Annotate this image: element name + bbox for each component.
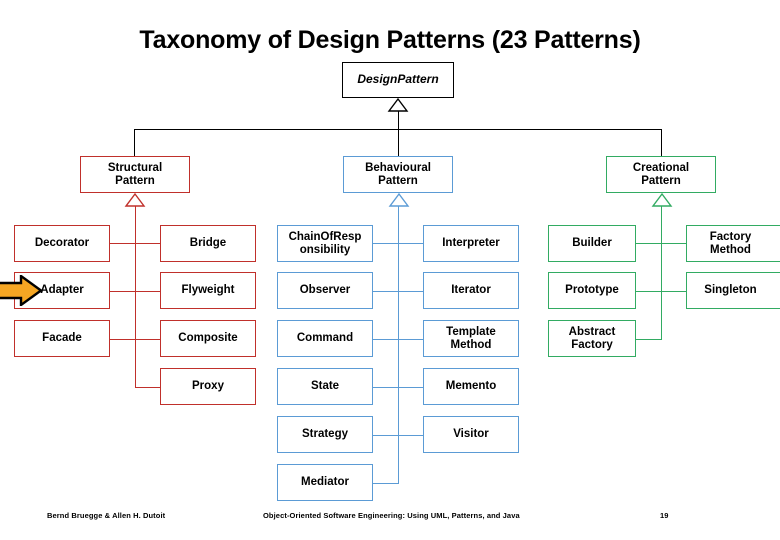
node-label: Adapter <box>40 284 84 297</box>
node-label: Flyweight <box>181 284 235 297</box>
connector-bus-to-behavioural <box>398 129 399 156</box>
node-label-line1: ChainOfResp <box>288 230 362 243</box>
node-structural-pattern[interactable]: Structural Pattern <box>80 156 190 193</box>
node-label: Composite <box>178 332 238 345</box>
node-flyweight[interactable]: Flyweight <box>160 272 256 309</box>
node-label: Command <box>296 332 354 345</box>
connector-structural-row-3 <box>110 339 160 340</box>
node-iterator[interactable]: Iterator <box>423 272 519 309</box>
node-label: Proxy <box>192 380 224 393</box>
node-command[interactable]: Command <box>277 320 373 357</box>
node-label-line1: Structural <box>107 161 163 174</box>
node-label-line2: onsibility <box>299 243 351 256</box>
footer-page-number: 19 <box>660 511 669 520</box>
node-factory-method[interactable]: Factory Method <box>686 225 780 262</box>
node-label: Memento <box>445 380 497 393</box>
node-label: Behavioural Pattern <box>365 162 431 188</box>
node-label: Facade <box>42 332 82 345</box>
connector-bus-to-structural <box>134 129 135 156</box>
node-template-method[interactable]: Template Method <box>423 320 519 357</box>
connector-behavioural-row-5 <box>373 435 423 436</box>
node-label: Creational Pattern <box>633 162 689 188</box>
node-label: ChainOfResp onsibility <box>289 231 362 257</box>
connector-behavioural-row-3 <box>373 339 423 340</box>
node-behavioural-pattern[interactable]: Behavioural Pattern <box>343 156 453 193</box>
connector-behavioural-row-6 <box>373 483 398 484</box>
connector-behavioural-row-2 <box>373 291 423 292</box>
connector-root-stem <box>398 111 399 129</box>
node-design-pattern[interactable]: DesignPattern <box>342 62 454 98</box>
node-bridge[interactable]: Bridge <box>160 225 256 262</box>
footer-book-title: Object-Oriented Software Engineering: Us… <box>263 511 520 520</box>
node-proxy[interactable]: Proxy <box>160 368 256 405</box>
right-arrow-icon <box>0 273 44 311</box>
page-title: Taxonomy of Design Patterns (23 Patterns… <box>139 26 641 54</box>
footer-author: Bernd Bruegge & Allen H. Dutoit <box>47 511 166 520</box>
node-label: Prototype <box>565 284 619 297</box>
node-label: State <box>310 380 340 393</box>
node-label: DesignPattern <box>357 72 439 87</box>
node-label: Observer <box>299 284 351 297</box>
node-label: Singleton <box>704 284 757 297</box>
node-label-line2: Pattern <box>641 174 681 187</box>
connector-bus-to-creational <box>661 129 662 156</box>
node-label-line2: Method <box>450 338 492 351</box>
node-observer[interactable]: Observer <box>277 272 373 309</box>
node-label: Abstract Factory <box>569 326 616 352</box>
node-label-line1: Factory <box>709 230 752 243</box>
node-label: Structural Pattern <box>108 162 162 188</box>
node-mediator[interactable]: Mediator <box>277 464 373 501</box>
node-label-line2: Pattern <box>378 174 418 187</box>
node-label-line2: Method <box>710 243 751 256</box>
slide-canvas: Taxonomy of Design Patterns (23 Patterns… <box>0 0 780 540</box>
connector-structural-spine <box>135 206 136 388</box>
node-composite[interactable]: Composite <box>160 320 256 357</box>
node-label: Factory Method <box>710 231 752 257</box>
node-label-line1: Abstract <box>568 325 616 338</box>
connector-creational-row-1 <box>636 243 686 244</box>
node-chain-of-responsibility[interactable]: ChainOfResp onsibility <box>277 225 373 262</box>
node-label: Template Method <box>446 326 496 352</box>
node-state[interactable]: State <box>277 368 373 405</box>
node-label: Decorator <box>34 237 90 250</box>
node-label-line1: Creational <box>632 161 690 174</box>
node-label: Iterator <box>451 284 491 297</box>
node-label-line2: Pattern <box>115 174 155 187</box>
node-label: Bridge <box>189 237 227 250</box>
node-label: Strategy <box>301 428 349 441</box>
node-memento[interactable]: Memento <box>423 368 519 405</box>
node-creational-pattern[interactable]: Creational Pattern <box>606 156 716 193</box>
node-abstract-factory[interactable]: Abstract Factory <box>548 320 636 357</box>
node-label-line2: Factory <box>571 338 613 351</box>
connector-behavioural-row-1 <box>373 243 423 244</box>
node-singleton[interactable]: Singleton <box>686 272 780 309</box>
connector-structural-row-4 <box>135 387 160 388</box>
node-interpreter[interactable]: Interpreter <box>423 225 519 262</box>
connector-behavioural-row-4 <box>373 387 423 388</box>
node-label-line1: Template <box>446 325 496 338</box>
node-label: Visitor <box>453 428 489 441</box>
connector-structural-row-1 <box>110 243 160 244</box>
node-facade[interactable]: Facade <box>14 320 110 357</box>
node-visitor[interactable]: Visitor <box>423 416 519 453</box>
node-decorator[interactable]: Decorator <box>14 225 110 262</box>
connector-structural-row-2 <box>110 291 160 292</box>
connector-creational-row-2 <box>636 291 686 292</box>
node-builder[interactable]: Builder <box>548 225 636 262</box>
connector-creational-row-3 <box>636 339 661 340</box>
node-strategy[interactable]: Strategy <box>277 416 373 453</box>
node-label: Mediator <box>301 476 349 489</box>
node-prototype[interactable]: Prototype <box>548 272 636 309</box>
node-label-line1: Behavioural <box>365 161 431 174</box>
node-label: Builder <box>572 237 612 250</box>
connector-creational-spine <box>661 206 662 340</box>
node-label: Interpreter <box>442 237 500 250</box>
connector-behavioural-spine <box>398 206 399 484</box>
